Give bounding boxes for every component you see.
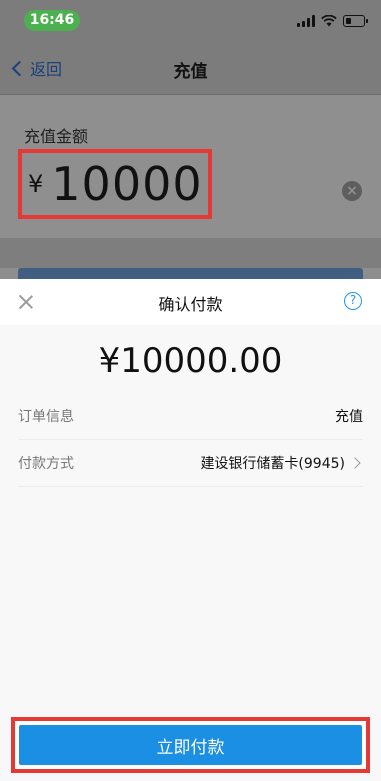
amount-label: 充值金额 xyxy=(24,127,89,146)
payment-method-row[interactable]: 付款方式 建设银行储蓄卡(9945) xyxy=(18,440,363,487)
status-icons xyxy=(297,12,368,30)
battery-icon xyxy=(343,15,368,27)
section-divider xyxy=(0,238,381,268)
amount-section: 充值金额 ¥ 10000 xyxy=(0,95,381,238)
sheet-header: 确认付款 ? xyxy=(0,279,381,325)
order-info-value: 充值 xyxy=(335,409,363,425)
status-bar: 16:46 xyxy=(0,0,381,40)
chevron-right-icon xyxy=(349,457,361,469)
payment-amount: ¥10000.00 xyxy=(98,341,283,381)
currency-sign: ¥ xyxy=(28,170,44,198)
sheet-title: 确认付款 xyxy=(158,295,223,314)
signal-icon xyxy=(297,15,315,27)
nav-bar: 返回 充值 xyxy=(0,40,381,95)
status-time: 16:46 xyxy=(24,10,80,31)
clear-icon[interactable]: × xyxy=(342,181,362,201)
order-info-label: 订单信息 xyxy=(18,409,74,425)
help-icon[interactable]: ? xyxy=(344,292,362,310)
page-title: 充值 xyxy=(173,62,208,82)
payment-method-value-wrap: 建设银行储蓄卡(9945) xyxy=(200,453,363,473)
order-info-row: 订单信息 充值 xyxy=(18,393,363,440)
pay-now-button[interactable]: 立即付款 xyxy=(19,725,362,765)
payment-sheet: 确认付款 ? ¥10000.00 订单信息 充值 付款方式 建设银行储蓄卡(99… xyxy=(0,279,381,781)
wifi-icon xyxy=(321,15,337,27)
payment-method-value: 建设银行储蓄卡(9945) xyxy=(200,456,345,472)
pay-button-highlight: 立即付款 xyxy=(11,717,370,773)
amount-value: 10000 xyxy=(51,157,203,211)
amount-input[interactable]: ¥ 10000 xyxy=(18,149,212,219)
payment-method-label: 付款方式 xyxy=(18,456,74,472)
